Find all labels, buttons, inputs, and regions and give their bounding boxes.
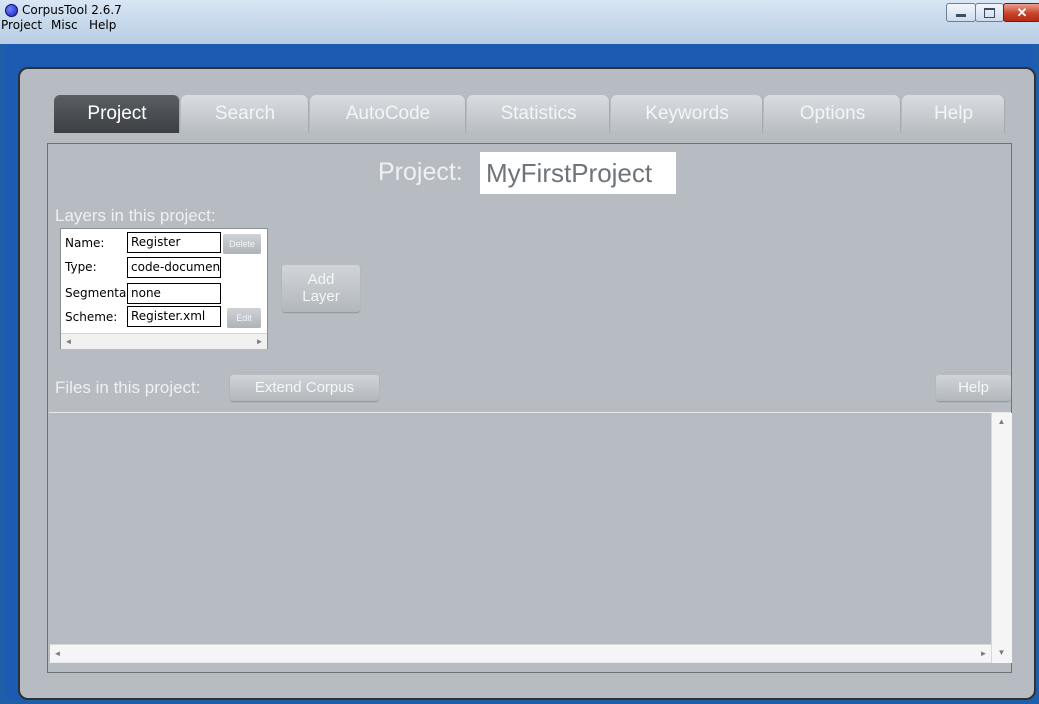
layer-segmentation-field[interactable]: none <box>127 283 221 304</box>
window-title: CorpusTool 2.6.7 <box>22 3 122 17</box>
add-layer-label-1: Add <box>307 271 335 288</box>
files-scroll-right-icon[interactable]: ► <box>976 646 991 661</box>
menu-misc[interactable]: Misc <box>51 18 78 32</box>
layer-segmentation-label: Segmenta <box>65 286 127 300</box>
tab-options[interactable]: Options <box>764 95 901 133</box>
app-icon <box>5 4 18 17</box>
menu-bar: Project Misc Help <box>0 17 1039 36</box>
files-vertical-scrollbar[interactable]: ▲ ▼ <box>991 413 1012 663</box>
tab-bar: Project Search AutoCode Statistics Keywo… <box>54 95 1005 133</box>
scroll-left-icon[interactable]: ◄ <box>61 334 76 349</box>
add-layer-label-2: Layer <box>302 288 340 305</box>
layer-scheme-field[interactable]: Register.xml <box>127 306 221 327</box>
layer-type-label: Type: <box>65 260 97 274</box>
title-bar: CorpusTool 2.6.7 ✕ Project Misc Help <box>0 0 1039 44</box>
files-help-button[interactable]: Help <box>936 375 1011 401</box>
menu-help[interactable]: Help <box>89 18 116 32</box>
layer-list-scrollbar[interactable]: ◄ ► <box>61 333 267 349</box>
layer-scheme-label: Scheme: <box>65 310 118 324</box>
files-scroll-left-icon[interactable]: ◄ <box>50 646 65 661</box>
tab-autocode[interactable]: AutoCode <box>310 95 466 133</box>
extend-corpus-button[interactable]: Extend Corpus <box>230 375 379 401</box>
layer-name-field[interactable]: Register <box>127 232 221 253</box>
tab-statistics[interactable]: Statistics <box>467 95 610 133</box>
scroll-down-icon[interactable]: ▼ <box>994 645 1009 660</box>
files-list[interactable] <box>49 412 1011 663</box>
files-horizontal-scrollbar[interactable]: ◄ ► <box>50 644 991 662</box>
tab-help[interactable]: Help <box>902 95 1005 133</box>
app-window: CorpusTool 2.6.7 ✕ Project Misc Help Pro… <box>0 0 1039 704</box>
scroll-right-icon[interactable]: ► <box>252 334 267 349</box>
tab-keywords[interactable]: Keywords <box>611 95 763 133</box>
layer-name-label: Name: <box>65 236 105 250</box>
menu-project[interactable]: Project <box>1 18 42 32</box>
layer-list: Name: Register Delete Type: code-documen… <box>60 228 268 349</box>
tab-project[interactable]: Project <box>54 95 180 133</box>
layer-type-field[interactable]: code-documen <box>127 257 221 278</box>
add-layer-button[interactable]: Add Layer <box>282 265 360 312</box>
tab-search[interactable]: Search <box>181 95 309 133</box>
project-name-field[interactable]: MyFirstProject <box>480 152 676 194</box>
scroll-up-icon[interactable]: ▲ <box>994 414 1009 429</box>
files-heading: Files in this project: <box>55 378 201 397</box>
delete-layer-button[interactable]: Delete <box>223 234 261 254</box>
edit-scheme-button[interactable]: Edit <box>227 308 261 328</box>
project-label: Project: <box>378 158 463 186</box>
layers-heading: Layers in this project: <box>55 206 216 225</box>
